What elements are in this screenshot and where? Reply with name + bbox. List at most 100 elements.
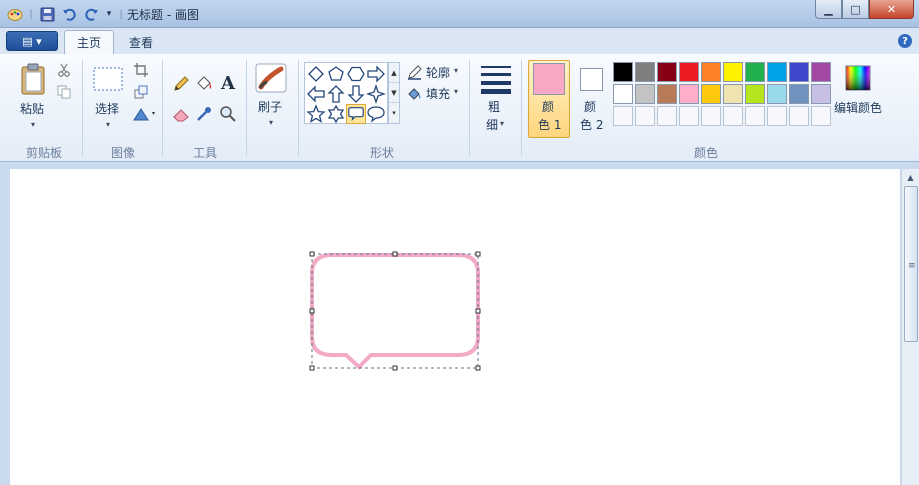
resize-handle-bottom-right[interactable] [475,365,481,371]
vertical-scrollbar[interactable]: ▲ ≡ [901,169,919,485]
copy-icon[interactable] [56,84,72,100]
right-arrow-shape-icon[interactable] [366,64,386,84]
help-button[interactable]: ? [898,34,912,48]
palette-color-swatch[interactable] [811,62,831,82]
select-dropdown-icon[interactable]: ▾ [106,120,110,129]
palette-color-swatch[interactable] [745,62,765,82]
custom-color-slot[interactable] [723,106,743,126]
outline-dropdown-icon[interactable]: ▾ [454,66,458,75]
custom-color-slot[interactable] [789,106,809,126]
custom-color-slot[interactable] [657,106,677,126]
scrollbar-thumb[interactable]: ≡ [904,186,918,342]
hexagon-shape-icon[interactable] [346,64,366,84]
tab-home[interactable]: 主页 [64,30,115,54]
edit-colors-icon[interactable] [844,64,872,92]
size-button-label-line2[interactable]: 细 [486,116,498,133]
pencil-icon[interactable] [171,74,191,94]
palette-color-swatch[interactable] [635,62,655,82]
diamond-shape-icon[interactable] [306,64,326,84]
color2-label-line1[interactable]: 颜 [584,98,596,115]
drawing-canvas[interactable] [10,169,900,485]
redo-icon[interactable] [82,4,100,24]
palette-color-swatch[interactable] [679,62,699,82]
shapes-gallery[interactable] [304,62,388,124]
custom-color-slot[interactable] [635,106,655,126]
six-point-star-shape-icon[interactable] [326,104,346,124]
palette-color-swatch[interactable] [811,84,831,104]
palette-color-swatch[interactable] [701,84,721,104]
color1-swatch[interactable] [533,63,565,95]
oval-callout-shape-icon[interactable] [366,104,386,124]
custom-color-slot[interactable] [701,106,721,126]
five-point-star-shape-icon[interactable] [306,104,326,124]
resize-icon[interactable] [133,84,149,100]
palette-color-swatch[interactable] [745,84,765,104]
custom-color-slot[interactable] [745,106,765,126]
maximize-button[interactable]: □ [842,0,869,19]
save-icon[interactable] [38,4,56,24]
resize-handle-top-left[interactable] [309,251,315,257]
fill-bucket-icon[interactable] [194,74,214,94]
size-dropdown-icon[interactable]: ▾ [500,119,504,128]
custom-color-slot[interactable] [811,106,831,126]
scroll-up-icon[interactable]: ▲ [902,169,919,186]
paste-icon[interactable] [18,62,48,96]
gallery-expand-icon[interactable]: ▾ [389,103,399,123]
fill-dropdown-icon[interactable]: ▾ [454,87,458,96]
resize-handle-bottom-left[interactable] [309,365,315,371]
select-icon[interactable] [92,66,124,92]
edit-colors-button-label[interactable]: 编辑颜色 [834,99,882,116]
customize-quick-access-icon[interactable]: ▾ [103,4,115,24]
paint-menu-button[interactable]: ▤ ▾ [6,31,58,51]
magnifier-icon[interactable] [218,104,238,124]
size-button-label-line1[interactable]: 粗 [488,98,500,115]
palette-color-swatch[interactable] [613,62,633,82]
outline-icon[interactable] [406,64,422,80]
palette-color-swatch[interactable] [635,84,655,104]
size-icon[interactable] [478,62,514,96]
paint-app-icon[interactable] [6,4,24,24]
palette-color-swatch[interactable] [613,84,633,104]
color-picker-icon[interactable] [194,104,214,124]
outline-button-label[interactable]: 轮廓 [426,64,450,81]
resize-handle-right[interactable] [475,308,481,314]
brushes-dropdown-icon[interactable]: ▾ [269,118,273,127]
custom-color-slot[interactable] [613,106,633,126]
palette-color-swatch[interactable] [789,84,809,104]
left-arrow-shape-icon[interactable] [306,84,326,104]
rotate-icon[interactable] [131,106,157,122]
palette-color-swatch[interactable] [767,84,787,104]
up-arrow-shape-icon[interactable] [326,84,346,104]
cut-icon[interactable] [56,62,72,78]
close-button[interactable]: ✕ [869,0,914,19]
crop-icon[interactable] [133,62,149,78]
tab-view[interactable]: 查看 [117,30,165,54]
shapes-gallery-scrollbar[interactable]: ▲ ▼ ▾ [388,62,400,124]
fill-icon[interactable] [406,85,422,101]
gallery-scroll-down-icon[interactable]: ▼ [389,83,399,103]
brushes-button-label[interactable]: 刷子 [258,98,282,115]
custom-color-slot[interactable] [679,106,699,126]
resize-handle-bottom[interactable] [392,365,398,371]
paste-dropdown-icon[interactable]: ▾ [31,120,35,129]
pentagon-shape-icon[interactable] [326,64,346,84]
resize-handle-left[interactable] [309,308,315,314]
palette-color-swatch[interactable] [679,84,699,104]
resize-handle-top-right[interactable] [475,251,481,257]
palette-color-swatch[interactable] [723,84,743,104]
palette-color-swatch[interactable] [657,84,677,104]
callout-shape[interactable] [310,253,480,370]
eraser-icon[interactable] [171,104,191,124]
paste-button-label[interactable]: 粘贴 [20,100,44,117]
down-arrow-shape-icon[interactable] [346,84,366,104]
palette-color-swatch[interactable] [789,62,809,82]
palette-color-swatch[interactable] [657,62,677,82]
undo-icon[interactable] [60,4,78,24]
rounded-callout-shape-icon[interactable] [346,104,366,124]
color2-label-line2[interactable]: 色 2 [580,116,603,133]
gallery-scroll-up-icon[interactable]: ▲ [389,63,399,83]
palette-color-swatch[interactable] [701,62,721,82]
fill-button-label[interactable]: 填充 [426,85,450,102]
color2-swatch[interactable] [580,68,603,91]
brush-icon[interactable] [254,62,288,94]
